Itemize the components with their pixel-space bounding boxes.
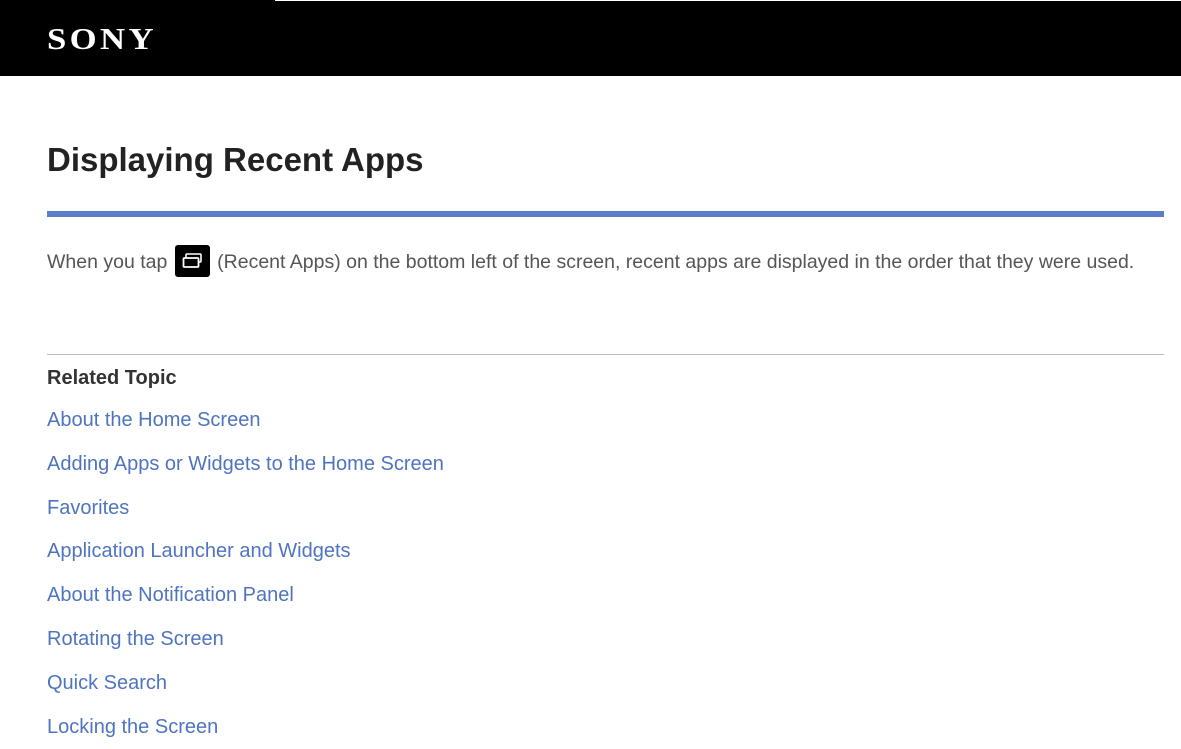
recent-apps-icon xyxy=(174,244,210,277)
related-link-rotating-screen[interactable]: Rotating the Screen xyxy=(47,618,444,662)
site-header: SONY xyxy=(0,0,1181,76)
related-topic-heading: Related Topic xyxy=(47,367,177,389)
page-title: Displaying Recent Apps xyxy=(47,141,424,178)
related-link-adding-apps-widgets[interactable]: Adding Apps or Widgets to the Home Scree… xyxy=(47,443,444,487)
related-link-quick-search[interactable]: Quick Search xyxy=(47,662,444,706)
body-paragraph: When you tap (Recent Apps) on the bottom… xyxy=(47,244,1164,281)
related-link-application-launcher[interactable]: Application Launcher and Widgets xyxy=(47,530,444,574)
related-topic-list: About the Home Screen Adding Apps or Wid… xyxy=(47,399,444,749)
related-link-favorites[interactable]: Favorites xyxy=(47,487,444,531)
title-underline xyxy=(47,211,1164,217)
body-text-after-icon: (Recent Apps) on the bottom left of the … xyxy=(211,251,1135,273)
related-link-notification-panel[interactable]: About the Notification Panel xyxy=(47,574,444,618)
body-text-before-icon: When you tap xyxy=(47,251,173,273)
related-link-locking-screen[interactable]: Locking the Screen xyxy=(47,706,444,749)
sony-logo[interactable]: SONY xyxy=(47,22,157,56)
related-link-about-home-screen[interactable]: About the Home Screen xyxy=(47,399,444,443)
section-divider xyxy=(47,354,1164,355)
header-top-edge xyxy=(275,0,1181,1)
